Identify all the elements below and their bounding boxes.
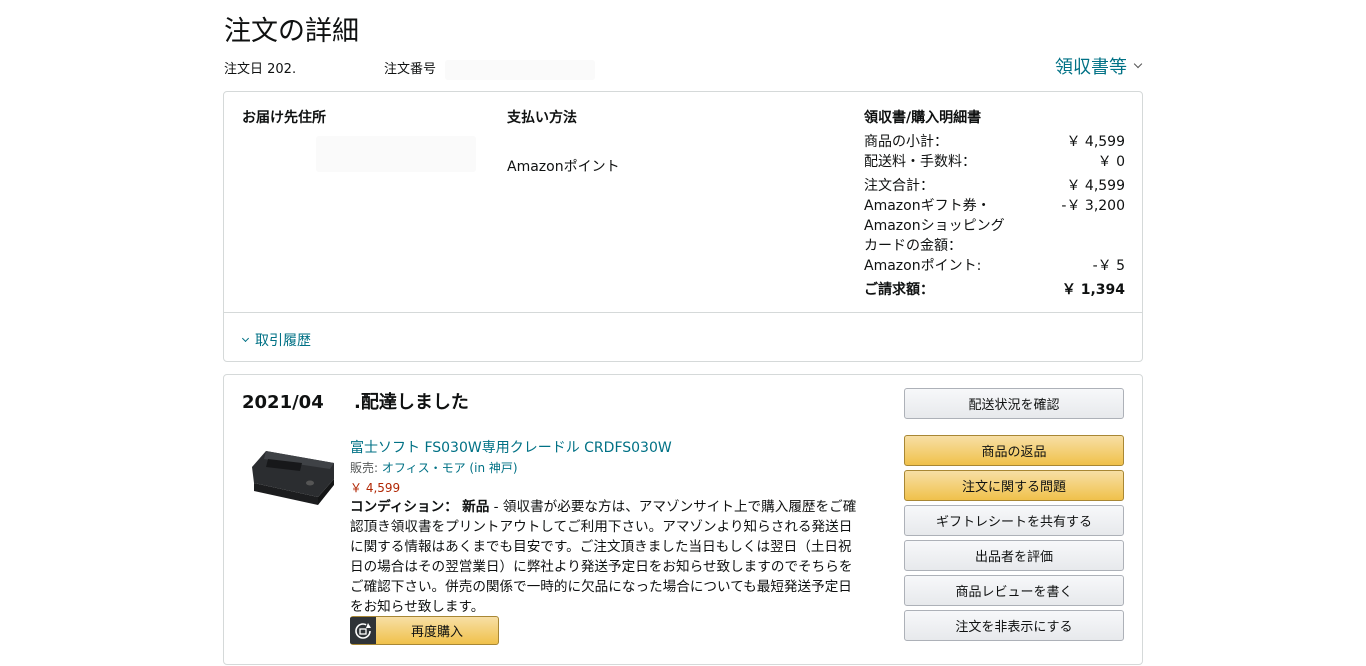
- payment-method-heading: 支払い方法: [507, 110, 577, 126]
- summary-label: Amazonギフト券・ Amazonショッピング カードの金額：: [864, 198, 1005, 254]
- summary-row: Amazonギフト券・ Amazonショッピング カードの金額： -￥ 3,20…: [864, 196, 1125, 256]
- seller-prefix: 販売:: [350, 461, 382, 475]
- order-number: 注文番号: [384, 62, 437, 77]
- order-date: 注文日 202.: [224, 62, 297, 77]
- write-review-button[interactable]: 商品レビューを書く: [904, 575, 1124, 606]
- redacted-order-number: [445, 60, 595, 80]
- divider: [224, 312, 1142, 313]
- summary-value: -￥ 3,200: [1061, 198, 1125, 214]
- buy-again-button[interactable]: 再度購入: [350, 616, 499, 645]
- redacted-address: [316, 136, 476, 172]
- return-item-button[interactable]: 商品の返品: [904, 435, 1124, 466]
- receipts-dropdown[interactable]: 領収書等: [1055, 53, 1143, 79]
- summary-value: ￥ 4,599: [1066, 178, 1125, 194]
- summary-label: 注文合計：: [864, 178, 934, 194]
- buy-again-label: 再度購入: [410, 625, 463, 640]
- receipt-heading: 領収書/購入明細書: [864, 110, 982, 126]
- track-package-button[interactable]: 配送状況を確認: [904, 388, 1124, 419]
- shipping-address-heading: お届け先住所: [242, 110, 326, 126]
- delivery-status: .配達しました: [354, 392, 469, 413]
- chevron-down-icon: [1133, 59, 1143, 68]
- hide-order-button[interactable]: 注文を非表示にする: [904, 610, 1124, 641]
- summary-label: 商品の小計：: [864, 134, 948, 150]
- condition-text: コンディション： 新品 - 領収書が必要な方は、アマゾンサイト上で購入履歴をご確…: [350, 497, 870, 617]
- shipment-box: 2021/04 .配達しました 富士ソフト FS030W専用クレードル CRDF…: [223, 374, 1143, 665]
- payment-method: Amazonポイント: [507, 159, 620, 175]
- grand-total-label: ご請求額：: [864, 282, 934, 298]
- item-price: ￥ 4,599: [350, 481, 401, 495]
- summary-label: Amazonポイント:: [864, 258, 982, 274]
- transaction-history-toggle[interactable]: 取引履歴: [241, 330, 311, 350]
- order-problem-button[interactable]: 注文に関する問題: [904, 470, 1124, 501]
- summary-value: -￥ 5: [1092, 258, 1125, 274]
- summary-row: 注文合計： ￥ 4,599: [864, 176, 1125, 196]
- seller-info: 販売: オフィス・モア (in 神戸): [350, 459, 518, 476]
- delivery-date: 2021/04: [242, 392, 324, 413]
- grand-total-value: ￥ 1,394: [1061, 282, 1125, 298]
- summary-row: 商品の小計： ￥ 4,599: [864, 132, 1125, 152]
- receipts-link-label: 領収書等: [1055, 57, 1127, 78]
- share-gift-receipt-button[interactable]: ギフトレシートを共有する: [904, 505, 1124, 536]
- summary-value: ￥ 0: [1097, 154, 1125, 170]
- transaction-history-label: 取引履歴: [255, 333, 311, 349]
- chevron-down-icon: [241, 334, 250, 342]
- condition-description: - 領収書が必要な方は、アマゾンサイト上で購入履歴をご確 認頂き領収書をプリント…: [350, 499, 857, 615]
- condition-value: 新品: [462, 499, 490, 515]
- rate-seller-button[interactable]: 出品者を評価: [904, 540, 1124, 571]
- buy-again-icon: [350, 617, 376, 644]
- summary-row: 配送料・手数料： ￥ 0: [864, 152, 1125, 172]
- page-title: 注文の詳細: [224, 16, 359, 47]
- seller-link[interactable]: オフィス・モア (in 神戸): [382, 461, 518, 475]
- price-summary: 商品の小計： ￥ 4,599 配送料・手数料： ￥ 0 注文合計： ￥ 4,59…: [864, 132, 1125, 300]
- summary-label: 配送料・手数料：: [864, 154, 976, 170]
- product-title-link[interactable]: 富士ソフト FS030W専用クレードル CRDFS030W: [350, 437, 672, 457]
- order-summary-box: お届け先住所 支払い方法 Amazonポイント 領収書/購入明細書 商品の小計：…: [223, 91, 1143, 362]
- condition-label: コンディション：: [350, 499, 458, 515]
- grand-total-row: ご請求額： ￥ 1,394: [864, 280, 1125, 300]
- summary-value: ￥ 4,599: [1066, 134, 1125, 150]
- summary-row: Amazonポイント: -￥ 5: [864, 256, 1125, 276]
- product-thumbnail[interactable]: [246, 439, 338, 511]
